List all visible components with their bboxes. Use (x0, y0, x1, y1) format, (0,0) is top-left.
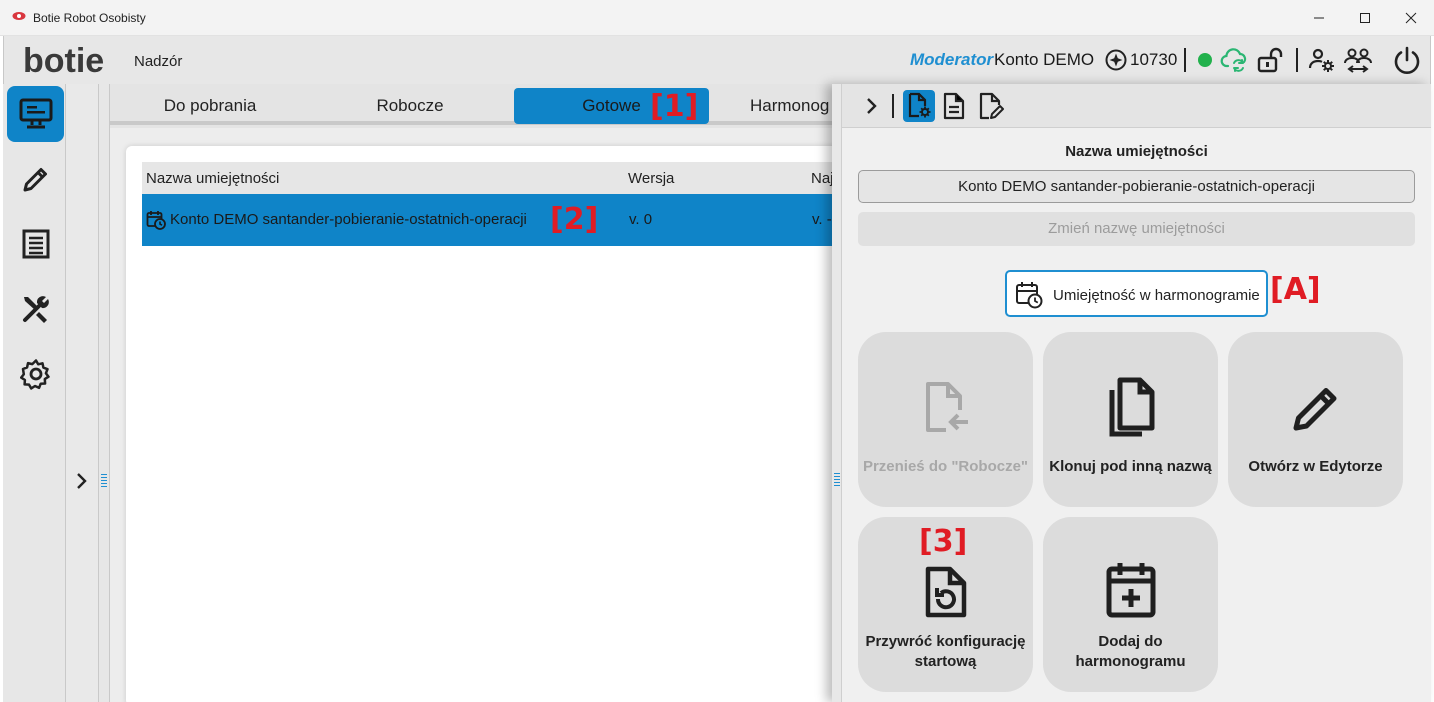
tab-harmonogram[interactable]: Harmonog (750, 88, 833, 124)
pencil-icon (23, 168, 47, 192)
page-name: Nadzór (134, 53, 183, 70)
toolbar-separator (892, 94, 894, 118)
skills-panel: Do pobrania Robocze Gotowe Harmonog Nazw… (109, 84, 846, 702)
column-header-latest[interactable]: Naj (811, 170, 834, 187)
column-header-name[interactable]: Nazwa umiejętności (146, 170, 279, 187)
header-separator (1184, 48, 1186, 72)
app-icon (12, 10, 26, 22)
details-resize-strip[interactable] (832, 84, 842, 702)
column-header-version[interactable]: Wersja (628, 170, 674, 187)
left-navigation (3, 84, 65, 702)
resize-grip[interactable] (101, 474, 107, 488)
sidebar-collapse-strip[interactable] (65, 84, 99, 702)
skill-description-tab[interactable] (938, 90, 970, 122)
file-restore-icon (858, 565, 1033, 619)
skill-name-label: Nazwa umiejętności (1065, 143, 1208, 160)
schedule-calendar-icon (146, 210, 166, 230)
monitor-icon (19, 98, 52, 129)
restore-config-label: Przywróć konfigurację startową (865, 633, 1026, 670)
nav-editor[interactable] (7, 151, 64, 207)
chevron-right-icon[interactable] (75, 472, 89, 490)
credits-count: 10730 (1130, 50, 1178, 69)
add-to-schedule-label: Dodaj do harmonogramu (1075, 633, 1186, 670)
table-header: Nazwa umiejętności Wersja Naj (142, 162, 842, 194)
minimize-button[interactable] (1296, 0, 1342, 36)
file-settings-icon (908, 92, 931, 118)
file-move-icon (858, 380, 1033, 434)
skill-edit-tab[interactable] (975, 90, 1007, 122)
open-in-editor-label: Otwórz w Edytorze (1248, 458, 1383, 475)
list-document-icon (22, 229, 49, 259)
close-button[interactable] (1388, 0, 1434, 36)
annotation-2: [2] (550, 202, 599, 237)
move-to-drafts-button[interactable]: Przenieś do "Robocze" (858, 332, 1033, 507)
schedule-calendar-icon (1015, 281, 1043, 309)
details-toolbar (842, 84, 1431, 128)
add-to-schedule-button[interactable]: Dodaj do harmonogramu (1043, 517, 1218, 692)
collapse-details-button[interactable] (856, 90, 888, 122)
power-icon[interactable] (1392, 45, 1422, 75)
pencil-icon (1228, 380, 1403, 434)
nav-logs[interactable] (7, 216, 64, 272)
gear-icon (19, 359, 50, 390)
cloud-sync-icon[interactable] (1220, 47, 1250, 73)
lock-open-icon[interactable] (1256, 46, 1284, 74)
row-latest: v. - (812, 211, 832, 228)
clone-skill-button[interactable]: Klonuj pod inną nazwą (1043, 332, 1218, 507)
account-name: Konto DEMO (994, 50, 1095, 69)
scheduled-badge: Umiejętność w harmonogramie (1005, 270, 1268, 317)
row-skill-name: Konto DEMO santander-pobieranie-ostatnic… (170, 211, 527, 228)
window-title: Botie Robot Osobisty (33, 11, 146, 25)
row-version: v. 0 (629, 211, 653, 228)
tab-do-pobrania[interactable]: Do pobrania (156, 88, 264, 124)
header-separator (1296, 48, 1298, 72)
skill-name-field[interactable]: Konto DEMO santander-pobieranie-ostatnic… (858, 170, 1415, 203)
rename-skill-button[interactable]: Zmień nazwę umiejętności (858, 212, 1415, 246)
copy-icon (1043, 376, 1218, 438)
clone-skill-label: Klonuj pod inną nazwą (1049, 458, 1212, 475)
resize-grip[interactable] (834, 473, 840, 487)
table-row[interactable]: Konto DEMO santander-pobieranie-ostatnic… (142, 194, 842, 246)
users-group-icon[interactable] (1343, 45, 1373, 73)
user-settings-icon[interactable] (1308, 46, 1336, 74)
svg-text:botie: botie (23, 42, 104, 80)
open-in-editor-button[interactable]: Otwórz w Edytorze (1228, 332, 1403, 507)
chevron-right-icon (867, 98, 877, 114)
tab-robocze[interactable]: Robocze (365, 88, 455, 124)
calendar-add-icon (1043, 561, 1218, 619)
file-edit-icon (979, 92, 1004, 120)
annotation-3: [3] (919, 524, 968, 559)
nav-settings[interactable] (7, 346, 64, 402)
scheduled-badge-label: Umiejętność w harmonogramie (1053, 287, 1260, 304)
file-text-icon (943, 92, 965, 120)
nav-supervision[interactable] (7, 86, 64, 142)
tab-bar: Do pobrania Robocze Gotowe Harmonog (110, 84, 833, 128)
botie-logo: botie (22, 40, 116, 80)
move-to-drafts-label: Przenieś do "Robocze" (862, 458, 1029, 475)
credits-icon (1105, 49, 1127, 71)
online-status-icon (1197, 52, 1213, 68)
annotation-a: [A] (1270, 272, 1321, 307)
window-titlebar: Botie Robot Osobisty (0, 0, 1434, 36)
maximize-button[interactable] (1342, 0, 1388, 36)
nav-tools[interactable] (7, 281, 64, 337)
user-role: Moderator (910, 50, 994, 69)
skill-settings-tab[interactable] (903, 90, 935, 122)
tools-icon (22, 296, 49, 323)
annotation-1: [1] (650, 89, 699, 124)
